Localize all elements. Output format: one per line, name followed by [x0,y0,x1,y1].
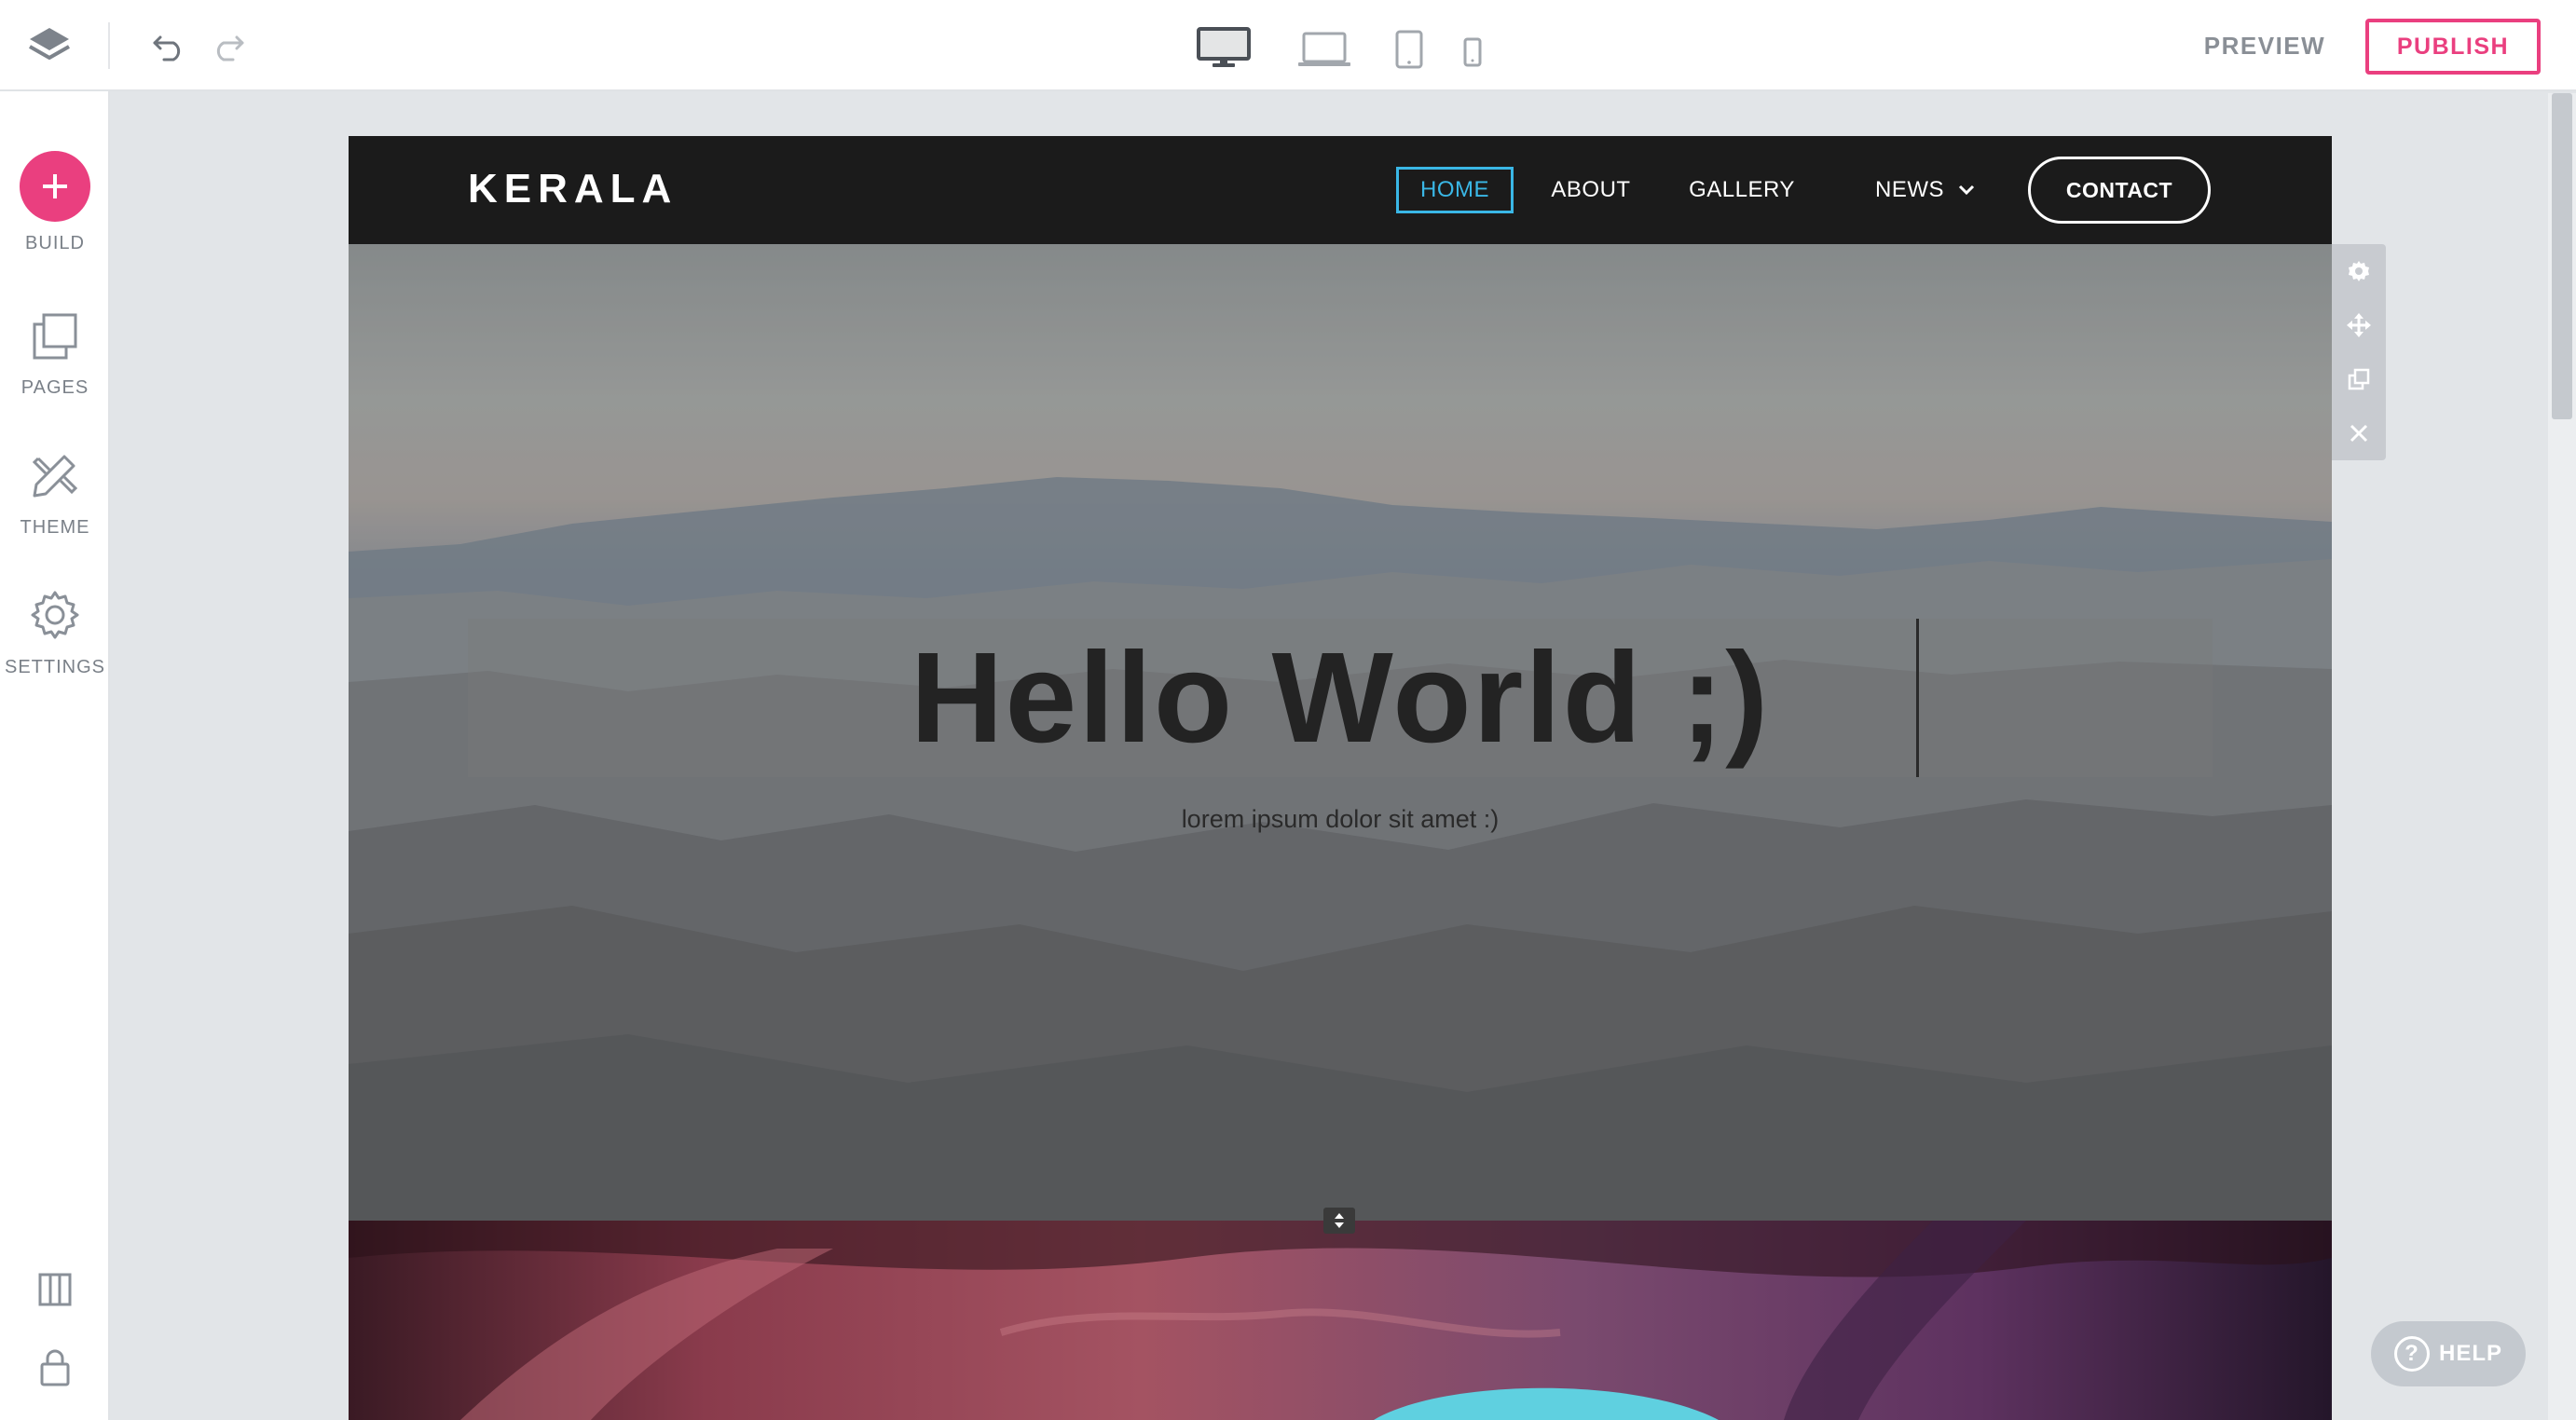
mobile-view-icon[interactable] [1459,34,1486,71]
hero-section[interactable]: Hello World ;) lorem ipsum dolor sit ame… [349,244,2332,1221]
site-navbar[interactable]: KERALA HOME ABOUT GALLERY NEWS CONTACT [349,136,2332,244]
laptop-view-icon[interactable] [1295,28,1353,71]
canyon-section[interactable] [349,1221,2332,1420]
help-button[interactable]: ? HELP [2371,1321,2526,1386]
duplicate-icon[interactable] [2332,352,2386,406]
site-builder-app: PREVIEW PUBLISH BUILD PAGES THEME SETTIN… [0,0,2576,1420]
publish-button[interactable]: PUBLISH [2365,19,2541,75]
nav-item-label: NEWS [1875,177,1944,202]
help-label: HELP [2438,1341,2502,1366]
pages-icon [29,311,81,366]
text-cursor [1916,619,1919,777]
contact-button[interactable]: CONTACT [2028,157,2211,224]
theme-icon [29,449,81,506]
sidebar-item-pages[interactable]: PAGES [0,311,110,399]
sidebar-item-label: SETTINGS [4,657,105,677]
gear-icon[interactable] [2332,244,2386,298]
hero-heading[interactable]: Hello World ;) [468,619,2213,777]
sidebar-item-theme[interactable]: THEME [0,449,110,539]
close-icon[interactable] [2332,406,2386,460]
section-resize-handle[interactable] [1323,1208,1355,1234]
top-toolbar: PREVIEW PUBLISH [0,0,2576,91]
nav-item-home[interactable]: HOME [1396,167,1514,213]
gear-icon [29,589,81,646]
columns-icon[interactable] [0,1271,110,1308]
sidebar-item-label: BUILD [25,233,85,253]
lock-icon[interactable] [0,1347,110,1388]
toolbar-separator [108,22,110,69]
sidebar-item-build[interactable]: BUILD [0,151,110,254]
question-icon: ? [2393,1336,2430,1372]
nav-item-about[interactable]: ABOUT [1532,167,1650,213]
layers-icon[interactable] [22,20,76,71]
section-tools [2332,244,2386,460]
hero-subtext[interactable]: lorem ipsum dolor sit amet :) [349,805,2332,834]
preview-button[interactable]: PREVIEW [2181,26,2349,65]
canyon-background-image [349,1221,2332,1420]
desktop-view-icon[interactable] [1195,24,1253,71]
hero-heading-box[interactable]: Hello World ;) [468,619,2213,777]
site-logo[interactable]: KERALA [468,166,678,212]
sidebar-item-label: THEME [20,517,90,538]
nav-item-news[interactable]: NEWS [1851,167,2000,213]
canvas-scrollbar-thumb[interactable] [2552,93,2572,419]
website-preview: KERALA HOME ABOUT GALLERY NEWS CONTACT H… [349,136,2332,1420]
move-icon[interactable] [2332,298,2386,352]
plus-icon[interactable] [20,151,90,222]
chevron-down-icon [1957,177,1976,203]
redo-icon[interactable] [207,24,250,67]
undo-icon[interactable] [147,24,190,67]
nav-item-gallery[interactable]: GALLERY [1672,167,1812,213]
sidebar-item-label: PAGES [21,377,89,398]
tablet-view-icon[interactable] [1392,28,1426,71]
sidebar-item-settings[interactable]: SETTINGS [0,589,110,678]
left-sidebar: BUILD PAGES THEME SETTINGS [0,91,110,1420]
